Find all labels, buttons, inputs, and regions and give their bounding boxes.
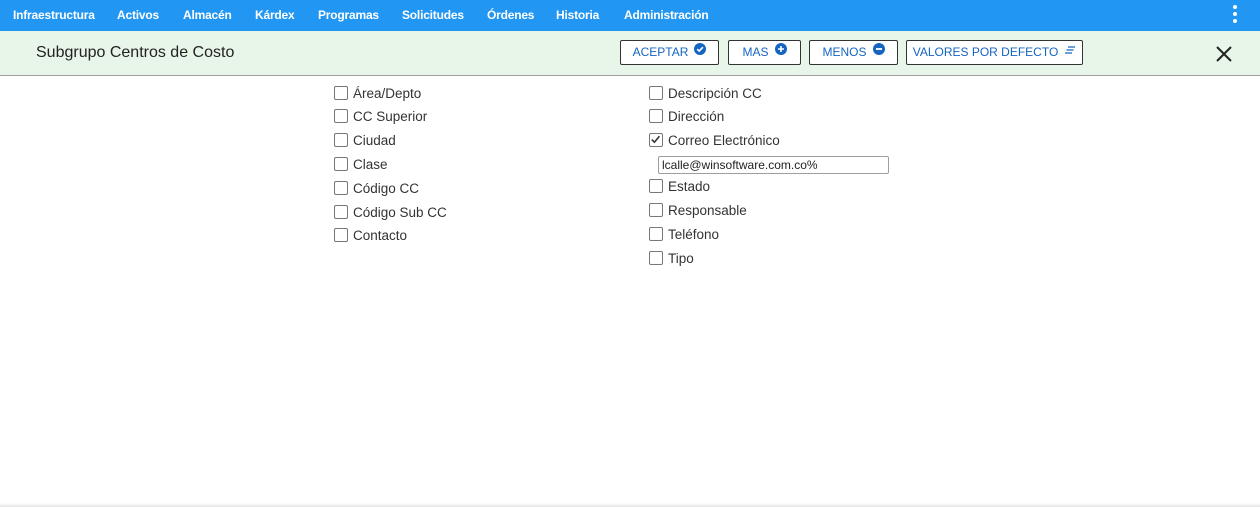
nav-item-infraestructura[interactable]: Infraestructura (13, 0, 95, 31)
more-vertical-icon[interactable] (1232, 5, 1238, 25)
checkbox-label: Descripción CC (668, 86, 762, 101)
checkbox-label: Clase (353, 157, 388, 172)
check-icon (651, 135, 661, 144)
checkbox-label: CC Superior (353, 109, 428, 124)
dialog-header: Subgrupo Centros de Costo ACEPTAR MAS ME… (0, 31, 1260, 76)
checkbox-label: Estado (668, 179, 711, 194)
valores-por-defecto-button[interactable]: VALORES POR DEFECTO (906, 40, 1083, 65)
nav-item-almacen[interactable]: Almacén (183, 0, 232, 31)
mas-button-label: MAS (742, 45, 769, 59)
nav-item-administracion[interactable]: Administración (624, 0, 709, 31)
checkbox-contacto[interactable] (334, 228, 348, 242)
checkbox-area-depto[interactable] (334, 86, 348, 100)
plus-circle-icon (774, 40, 787, 63)
close-icon[interactable] (1214, 44, 1234, 64)
nav-item-activos[interactable]: Activos (117, 0, 159, 31)
checkbox-label: Ciudad (353, 133, 396, 148)
checkbox-label: Dirección (668, 109, 725, 124)
check-circle-icon (694, 40, 707, 63)
checkbox-cc-superior[interactable] (334, 109, 348, 123)
checkbox-codigo-sub-cc[interactable] (334, 205, 348, 219)
checkbox-label: Tipo (668, 251, 694, 266)
menos-button[interactable]: MENOS (809, 40, 898, 65)
checkbox-descripcion-cc[interactable] (649, 86, 663, 100)
top-nav-bar: Infraestructura Activos Almacén Kárdex P… (0, 0, 1260, 31)
lines-icon (1064, 40, 1076, 63)
menos-button-label: MENOS (822, 45, 867, 59)
checkbox-codigo-cc[interactable] (334, 181, 348, 195)
checkbox-label: Responsable (668, 203, 747, 218)
mas-button[interactable]: MAS (728, 40, 801, 65)
email-filter-input[interactable] (658, 156, 889, 174)
checkbox-label: Área/Depto (353, 86, 422, 101)
nav-item-kardex[interactable]: Kárdex (255, 0, 295, 31)
nav-item-ordenes[interactable]: Órdenes (487, 0, 534, 31)
checkbox-clase[interactable] (334, 157, 348, 171)
valores-por-defecto-button-label: VALORES POR DEFECTO (912, 45, 1059, 59)
checkbox-tipo[interactable] (649, 251, 663, 265)
checkbox-label: Contacto (353, 228, 408, 243)
nav-item-historia[interactable]: Historia (556, 0, 599, 31)
nav-item-solicitudes[interactable]: Solicitudes (402, 0, 464, 31)
checkbox-estado[interactable] (649, 179, 663, 193)
checkbox-direccion[interactable] (649, 109, 663, 123)
checkbox-ciudad[interactable] (334, 133, 348, 147)
nav-item-programas[interactable]: Programas (318, 0, 379, 31)
checkbox-label: Código CC (353, 181, 420, 196)
aceptar-button[interactable]: ACEPTAR (620, 40, 719, 65)
checkbox-telefono[interactable] (649, 227, 663, 241)
checkbox-correo-electronico[interactable] (649, 133, 663, 147)
page-title: Subgrupo Centros de Costo (36, 44, 235, 61)
checkbox-label: Correo Electrónico (668, 133, 780, 148)
bottom-shadow-divider (0, 503, 1260, 507)
aceptar-button-label: ACEPTAR (632, 45, 689, 59)
minus-circle-icon (872, 40, 885, 63)
checkbox-responsable[interactable] (649, 203, 663, 217)
checkbox-label: Teléfono (668, 227, 720, 242)
checkbox-label: Código Sub CC (353, 205, 447, 220)
